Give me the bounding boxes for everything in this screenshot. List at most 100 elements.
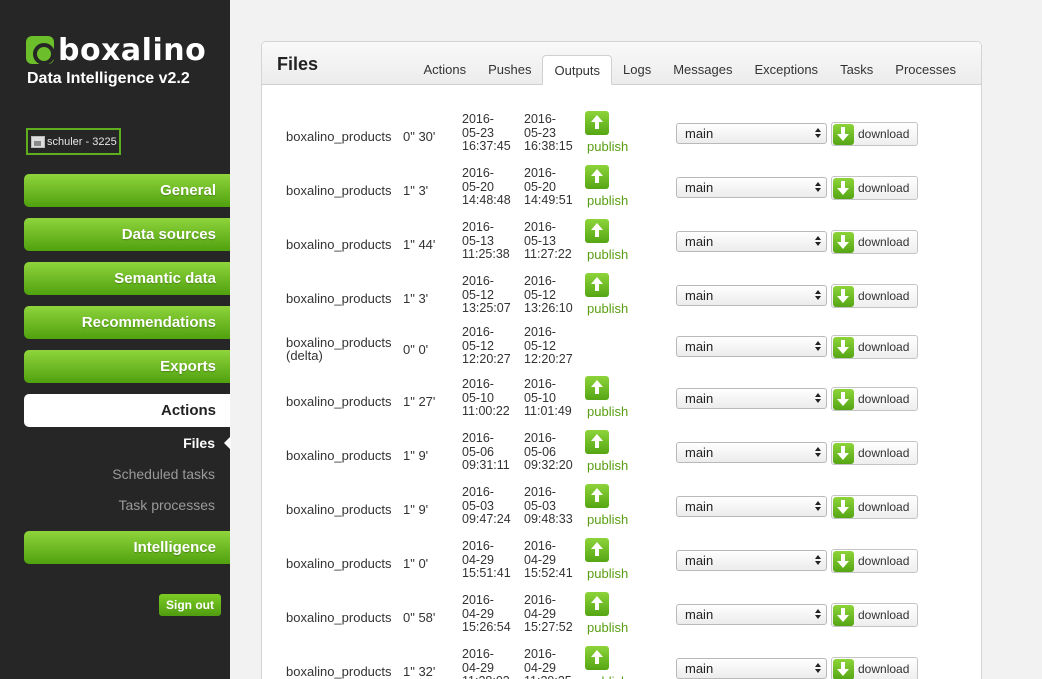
publish-button[interactable]: publish: [585, 273, 633, 316]
end-time: 2016- 05-12 13:26:10: [524, 274, 573, 315]
file-name: boxalino_products: [286, 663, 392, 679]
tab-messages[interactable]: Messages: [662, 55, 743, 85]
boxalino-logo-icon: [26, 36, 55, 65]
publish-button[interactable]: publish: [585, 592, 633, 635]
publish-button[interactable]: publish: [585, 538, 633, 581]
publish-button[interactable]: publish: [585, 484, 633, 527]
branch-select[interactable]: main: [676, 177, 827, 198]
subnav-task-processes[interactable]: Task processes: [119, 497, 215, 513]
select-arrows-icon: [815, 289, 822, 302]
file-name: boxalino_products: [286, 182, 392, 198]
tab-logs[interactable]: Logs: [612, 55, 662, 85]
duration: 1" 27': [403, 393, 436, 409]
nav-recommendations[interactable]: Recommendations: [24, 306, 230, 339]
branch-select[interactable]: main: [676, 496, 827, 517]
nav-general[interactable]: General: [24, 174, 230, 207]
download-arrow-icon: [833, 604, 854, 626]
upload-arrow-icon: [585, 484, 609, 508]
tab-tasks[interactable]: Tasks: [829, 55, 884, 85]
publish-button[interactable]: publish: [585, 430, 633, 473]
table-row: boxalino_products 1" 3' 2016- 05-20 14:48:…: [262, 163, 981, 217]
download-arrow-icon: [833, 285, 854, 307]
file-name: boxalino_products: [286, 393, 392, 409]
nav-data-sources[interactable]: Data sources: [24, 218, 230, 251]
file-name: boxalino_products: [286, 128, 392, 144]
select-arrows-icon: [815, 235, 822, 248]
branch-select[interactable]: main: [676, 550, 827, 571]
panel-header: Files Actions Pushes Outputs Logs Messag…: [262, 42, 981, 85]
branch-select[interactable]: main: [676, 285, 827, 306]
select-arrows-icon: [815, 181, 822, 194]
tab-outputs[interactable]: Outputs: [542, 55, 613, 85]
active-pointer-icon: [224, 436, 231, 450]
nav-semantic-data[interactable]: Semantic data: [24, 262, 230, 295]
download-label: download: [858, 181, 910, 195]
download-arrow-icon: [833, 336, 854, 358]
publish-button[interactable]: publish: [585, 219, 633, 262]
download-button[interactable]: download: [831, 387, 918, 411]
brand-logo[interactable]: boxalino: [26, 33, 206, 68]
branch-select[interactable]: main: [676, 604, 827, 625]
tab-exceptions[interactable]: Exceptions: [743, 55, 829, 85]
upload-arrow-icon: [585, 430, 609, 454]
start-time: 2016- 05-13 11:25:38: [462, 220, 510, 261]
duration: 0" 30': [403, 128, 436, 144]
download-label: download: [858, 446, 910, 460]
start-time: 2016- 05-12 12:20:27: [462, 325, 511, 366]
download-button[interactable]: download: [831, 122, 918, 146]
subnav-files[interactable]: Files: [183, 435, 215, 451]
table-row: boxalino_products 0" 30' 2016- 05-23 16:37…: [262, 109, 981, 163]
download-button[interactable]: download: [831, 176, 918, 200]
files-panel: Files Actions Pushes Outputs Logs Messag…: [261, 41, 982, 679]
branch-select-value: main: [685, 553, 714, 568]
tab-actions[interactable]: Actions: [412, 55, 477, 85]
publish-button[interactable]: publish: [585, 376, 633, 419]
file-name: boxalino_products: [286, 290, 392, 306]
tab-processes[interactable]: Processes: [884, 55, 967, 85]
select-arrows-icon: [815, 392, 822, 405]
duration: 1" 9': [403, 501, 429, 517]
branch-select[interactable]: main: [676, 336, 827, 357]
branch-select[interactable]: main: [676, 442, 827, 463]
panel-title: Files: [277, 54, 319, 74]
subnav-scheduled-tasks[interactable]: Scheduled tasks: [112, 466, 215, 482]
user-badge[interactable]: schuler - 3225: [26, 128, 121, 155]
download-arrow-icon: [833, 658, 854, 679]
nav-exports[interactable]: Exports: [24, 350, 230, 383]
publish-label: publish: [587, 512, 629, 527]
download-button[interactable]: download: [831, 284, 918, 308]
publish-button[interactable]: publish: [585, 165, 633, 208]
select-arrows-icon: [815, 127, 822, 140]
download-button[interactable]: download: [831, 495, 918, 519]
start-time: 2016- 05-12 13:25:07: [462, 274, 511, 315]
branch-select[interactable]: main: [676, 231, 827, 252]
download-button[interactable]: download: [831, 657, 918, 679]
download-label: download: [858, 289, 910, 303]
download-button[interactable]: download: [831, 230, 918, 254]
branch-select[interactable]: main: [676, 388, 827, 409]
upload-arrow-icon: [585, 376, 609, 400]
publish-label: publish: [587, 620, 629, 635]
nav-actions[interactable]: Actions: [24, 394, 230, 427]
start-time: 2016- 04-29 15:26:54: [462, 593, 511, 634]
nav-intelligence[interactable]: Intelligence: [24, 531, 230, 564]
branch-select-value: main: [685, 234, 714, 249]
branch-select[interactable]: main: [676, 658, 827, 679]
download-arrow-icon: [833, 177, 854, 199]
publish-button[interactable]: publish: [585, 646, 633, 679]
branch-select-value: main: [685, 445, 714, 460]
start-time: 2016- 05-23 16:37:45: [462, 112, 511, 153]
download-button[interactable]: download: [831, 549, 918, 573]
download-button[interactable]: download: [831, 335, 918, 359]
download-label: download: [858, 500, 910, 514]
tab-pushes[interactable]: Pushes: [477, 55, 542, 85]
branch-select-value: main: [685, 391, 714, 406]
sign-out-button[interactable]: Sign out: [159, 594, 221, 616]
download-label: download: [858, 608, 910, 622]
publish-label: publish: [587, 674, 633, 679]
download-button[interactable]: download: [831, 441, 918, 465]
download-button[interactable]: download: [831, 603, 918, 627]
branch-select[interactable]: main: [676, 123, 827, 144]
upload-arrow-icon: [585, 538, 609, 562]
publish-button[interactable]: publish: [585, 111, 633, 154]
